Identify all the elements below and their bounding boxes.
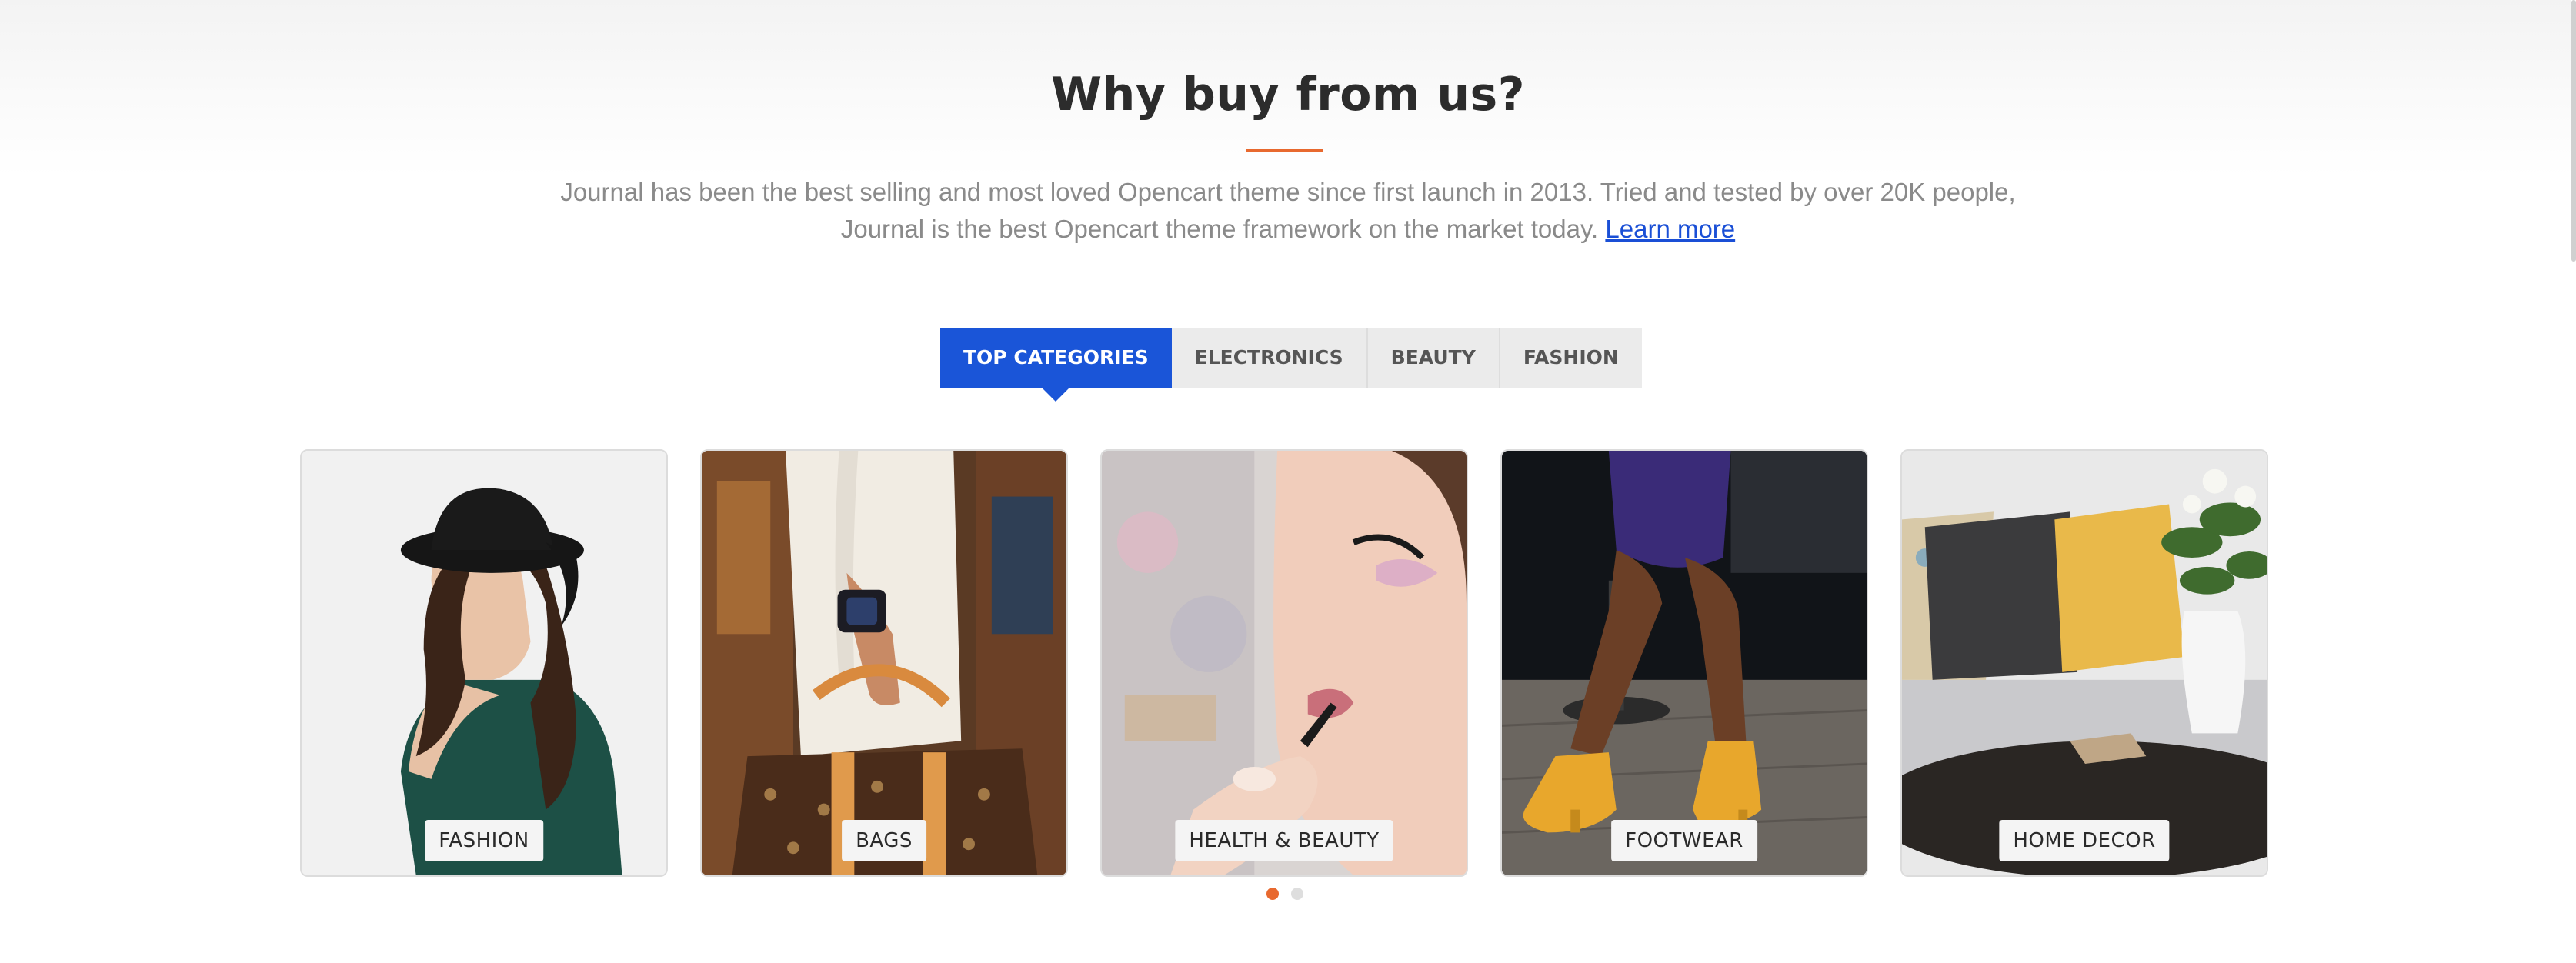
scrollbar-thumb[interactable] [2571, 0, 2576, 262]
category-label-footwear: FOOTWEAR [1611, 820, 1757, 861]
scrollbar[interactable] [2571, 0, 2576, 963]
health-beauty-image [1102, 451, 1467, 875]
footwear-image [1502, 451, 1867, 875]
category-tabs: TOP CATEGORIES ELECTRONICS BEAUTY FASHIO… [940, 328, 1642, 402]
fashion-image [302, 451, 666, 875]
category-carousel: FASHION BAGS HEALTH & BEAUTY FOOTWEAR HO… [300, 449, 2268, 877]
category-label-bags: BAGS [842, 820, 926, 861]
carousel-dot-1[interactable] [1266, 888, 1279, 900]
category-label-health-beauty: HEALTH & BEAUTY [1175, 820, 1393, 861]
title-underline [1246, 149, 1323, 152]
tab-electronics[interactable]: ELECTRONICS [1171, 328, 1368, 388]
category-card-fashion[interactable]: FASHION [300, 449, 668, 877]
category-label-home-decor: HOME DECOR [1999, 820, 2170, 861]
tab-top-categories[interactable]: TOP CATEGORIES [940, 328, 1172, 402]
bags-image [702, 451, 1066, 875]
category-card-footwear[interactable]: FOOTWEAR [1500, 449, 1868, 877]
category-card-health-beauty[interactable]: HEALTH & BEAUTY [1100, 449, 1468, 877]
description-text: Journal has been the best selling and mo… [560, 178, 2016, 243]
home-decor-image [1902, 451, 2267, 875]
category-card-bags[interactable]: BAGS [700, 449, 1068, 877]
tab-beauty[interactable]: BEAUTY [1367, 328, 1500, 388]
category-card-home-decor[interactable]: HOME DECOR [1900, 449, 2268, 877]
category-label-fashion: FASHION [425, 820, 543, 861]
section-description: Journal has been the best selling and mo… [531, 174, 2045, 248]
carousel-pagination [1266, 888, 1303, 900]
section-title: Why buy from us? [1050, 68, 1526, 122]
tab-fashion[interactable]: FASHION [1500, 328, 1642, 388]
carousel-dot-2[interactable] [1291, 888, 1303, 900]
learn-more-link[interactable]: Learn more [1605, 215, 1735, 243]
